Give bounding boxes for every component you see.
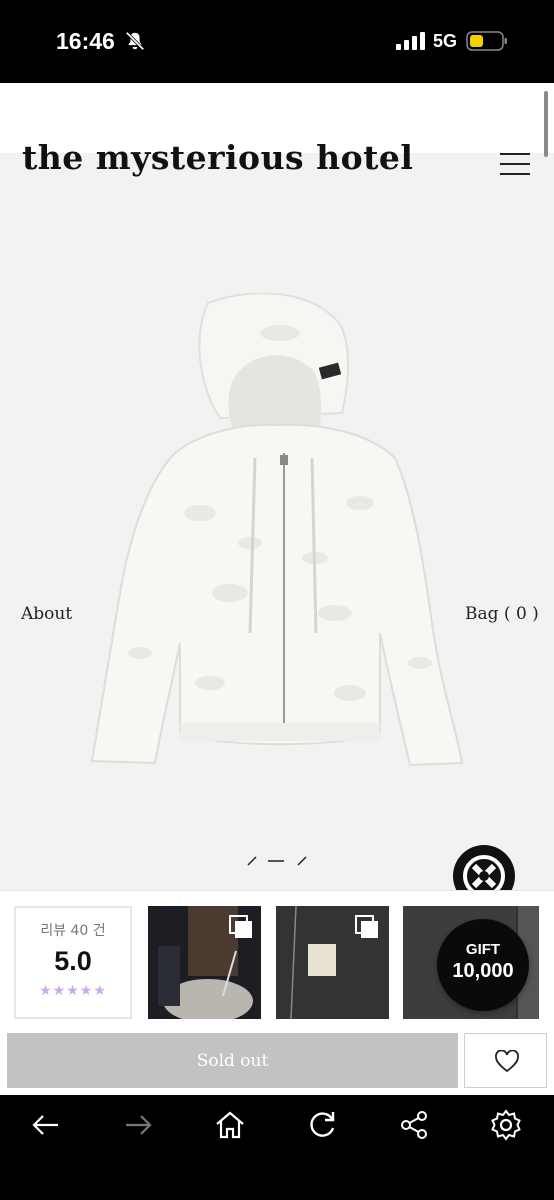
wishlist-button[interactable] (464, 1033, 547, 1088)
image-pager[interactable] (244, 851, 310, 871)
thumbnail-photo[interactable] (148, 906, 261, 1019)
purchase-bar: Sold out (0, 1023, 554, 1095)
thumbnail-photo[interactable] (276, 906, 389, 1019)
status-bar: 16:46 5G (0, 0, 554, 83)
settings-icon[interactable] (490, 1109, 522, 1141)
signal-icon (396, 32, 425, 50)
review-count-label: 리뷰 40 건 (40, 923, 106, 939)
gift-amount: 10,000 (452, 960, 514, 982)
forward-arrow-icon[interactable] (122, 1109, 154, 1141)
browser-toolbar (0, 1095, 554, 1200)
network-type: 5G (433, 31, 458, 51)
bell-off-icon (125, 31, 145, 51)
share-icon[interactable] (398, 1109, 430, 1141)
site-logo[interactable]: the mysterious hotel (22, 138, 413, 177)
back-arrow-icon[interactable] (30, 1109, 62, 1141)
scrollbar[interactable] (544, 91, 548, 157)
battery-icon (466, 31, 507, 51)
product-image[interactable] (80, 293, 480, 773)
multi-image-icon (355, 915, 378, 938)
menu-icon[interactable] (500, 153, 530, 177)
home-icon[interactable] (214, 1109, 246, 1141)
status-time: 16:46 (56, 28, 115, 54)
web-page: the mysterious hotel About Bag (0) 리뷰 … (0, 83, 554, 1095)
gift-badge[interactable]: GIFT 10,000 (437, 919, 529, 1011)
bag-link[interactable]: Bag ( 0 ) (465, 604, 539, 624)
review-stars: ★★★★★ (39, 983, 107, 999)
refresh-icon[interactable] (306, 1109, 338, 1141)
sold-out-button[interactable]: Sold out (7, 1033, 458, 1088)
review-summary[interactable]: 리뷰 40 건 5.0 ★★★★★ (14, 906, 132, 1019)
multi-image-icon (229, 915, 252, 938)
review-score: 5.0 (54, 946, 92, 976)
gift-title: GIFT (465, 941, 501, 958)
heart-icon (495, 1050, 519, 1073)
about-link[interactable]: About (21, 604, 72, 624)
